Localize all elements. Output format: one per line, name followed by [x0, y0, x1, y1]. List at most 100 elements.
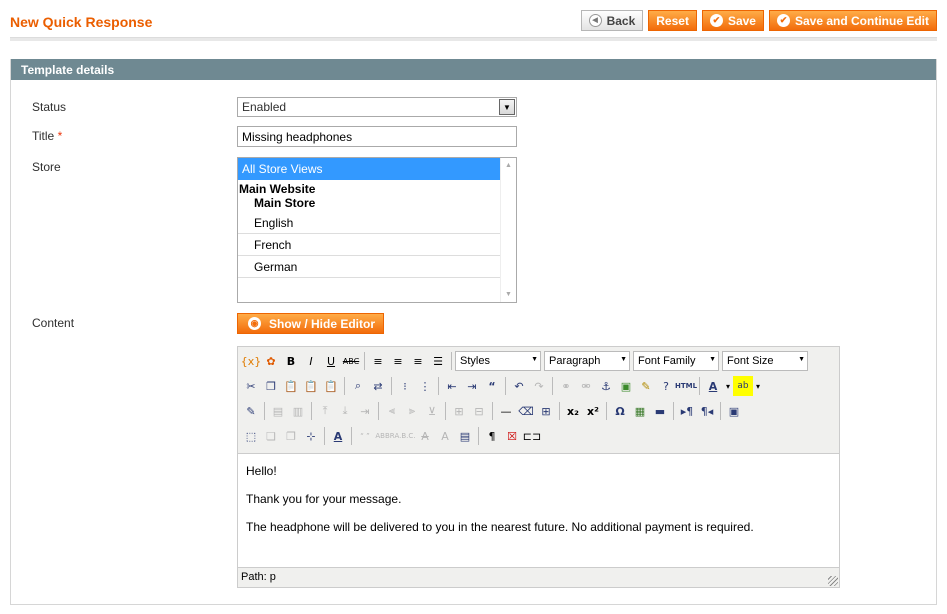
reset-button[interactable]: Reset [648, 10, 697, 31]
store-multiselect[interactable]: All Store Views Main Website Main Store … [237, 157, 517, 303]
store-option-french[interactable]: French [238, 234, 516, 256]
media-icon[interactable]: ▦ [630, 401, 650, 421]
back-button[interactable]: ◀ Back [580, 10, 644, 31]
copy-icon[interactable]: ❐ [261, 376, 281, 396]
horizontal-line-icon[interactable]: ▬ [650, 401, 670, 421]
style-props-icon[interactable]: A [328, 426, 348, 446]
rtl-icon[interactable]: ¶◂ [697, 401, 717, 421]
strikethrough-icon[interactable]: ABC [341, 351, 361, 371]
chevron-down-icon[interactable]: ▾ [723, 376, 733, 396]
html-source-icon[interactable]: HTML [675, 376, 697, 396]
font-size-dropdown[interactable]: Font Size [722, 351, 808, 371]
replace-icon[interactable]: ⇄ [368, 376, 388, 396]
move-forward-icon[interactable]: ❏ [261, 426, 281, 446]
chevron-down-icon[interactable]: ▼ [499, 99, 515, 115]
save-button[interactable]: ✔ Save [701, 10, 764, 31]
toolbar-row-4: ⬚ ❏ ❐ ⊹ A “ ” ABBR A.B.C. A A ▤ ¶ ☒ ⊏⊐ [241, 424, 542, 448]
background-color-icon[interactable]: ab [733, 376, 753, 396]
paste-text-icon[interactable]: 📋 [301, 376, 321, 396]
move-backward-icon[interactable]: ❐ [281, 426, 301, 446]
unlink-icon[interactable]: ⚮ [576, 376, 596, 396]
cut-icon[interactable]: ✂ [241, 376, 261, 396]
acronym-icon[interactable]: A.B.C. [394, 426, 415, 446]
cleanup-icon[interactable]: ✎ [636, 376, 656, 396]
insert-widget-icon[interactable]: ✿ [261, 351, 281, 371]
insert-row-before-icon[interactable]: ⤒ [315, 401, 335, 421]
store-option-german[interactable]: German [238, 256, 516, 278]
show-hide-editor-button[interactable]: ◉ Show / Hide Editor [237, 313, 385, 334]
store-option-all[interactable]: All Store Views [238, 158, 516, 180]
scroll-down-icon[interactable]: ▼ [501, 287, 516, 302]
visual-chars-icon[interactable]: ☒ [502, 426, 522, 446]
show-blocks-icon[interactable]: ¶ [482, 426, 502, 446]
paste-word-icon[interactable]: 📋 [321, 376, 341, 396]
table-icon[interactable]: ⊞ [536, 401, 556, 421]
store-scrollbar[interactable]: ▲ ▼ [500, 158, 516, 302]
delete-col-icon[interactable]: ⊻ [422, 401, 442, 421]
align-center-icon[interactable]: ≡ [388, 351, 408, 371]
italic-icon[interactable]: I [301, 351, 321, 371]
toolbar-separator [699, 377, 700, 395]
absolute-position-icon[interactable]: ⊹ [301, 426, 321, 446]
text-color-icon[interactable]: A [703, 376, 723, 396]
outdent-icon[interactable]: ⇤ [442, 376, 462, 396]
align-left-icon[interactable]: ≡ [368, 351, 388, 371]
ltr-icon[interactable]: ▸¶ [677, 401, 697, 421]
underline-icon[interactable]: U [321, 351, 341, 371]
insert-row-after-icon[interactable]: ⤓ [335, 401, 355, 421]
fieldset-legend: Template details [11, 59, 936, 80]
remove-format-icon[interactable]: ⌫ [516, 401, 536, 421]
undo-icon[interactable]: ↶ [509, 376, 529, 396]
delete-row-icon[interactable]: ⇥ [355, 401, 375, 421]
toolbar-separator [264, 402, 265, 420]
align-justify-icon[interactable]: ☰ [428, 351, 448, 371]
cite-icon[interactable]: “ ” [355, 426, 375, 446]
insert-layer-icon[interactable]: ⬚ [241, 426, 261, 446]
edit-css-icon[interactable]: ✎ [241, 401, 261, 421]
indent-icon[interactable]: ⇥ [462, 376, 482, 396]
font-family-dropdown[interactable]: Font Family [633, 351, 719, 371]
split-cells-icon[interactable]: ⊞ [449, 401, 469, 421]
help-icon[interactable]: ? [656, 376, 676, 396]
bold-icon[interactable]: B [281, 351, 301, 371]
fullscreen-icon[interactable]: ▣ [724, 401, 744, 421]
chevron-down-icon[interactable]: ▾ [753, 376, 763, 396]
insert-variable-icon[interactable]: {x} [241, 351, 262, 371]
insertion-icon[interactable]: A [435, 426, 455, 446]
align-right-icon[interactable]: ≡ [408, 351, 428, 371]
anchor-icon[interactable]: ⚓ [596, 376, 616, 396]
superscript-icon[interactable]: x² [583, 401, 603, 421]
redo-icon[interactable]: ↷ [529, 376, 549, 396]
blockquote-icon[interactable]: “ [482, 376, 502, 396]
editor-path-bar: Path: p [241, 571, 276, 583]
image-icon[interactable]: ▣ [616, 376, 636, 396]
attributes-icon[interactable]: ▤ [455, 426, 475, 446]
scroll-up-icon[interactable]: ▲ [501, 158, 516, 173]
bullet-list-icon[interactable]: ⁝ [395, 376, 415, 396]
numbered-list-icon[interactable]: ⋮ [415, 376, 435, 396]
page-break-icon[interactable]: ⊏⊐ [522, 426, 542, 446]
table-row-props-icon[interactable]: ▤ [268, 401, 288, 421]
subscript-icon[interactable]: x₂ [563, 401, 583, 421]
abbreviation-icon[interactable]: ABBR [375, 426, 395, 446]
insert-col-after-icon[interactable]: ⫸ [402, 401, 422, 421]
special-char-icon[interactable]: Ω [610, 401, 630, 421]
toolbar-separator [324, 427, 325, 445]
store-option-english[interactable]: English [238, 212, 516, 234]
table-cell-props-icon[interactable]: ▥ [288, 401, 308, 421]
content-label: Content [32, 316, 75, 330]
format-dropdown[interactable]: Paragraph [544, 351, 630, 371]
deletion-icon[interactable]: A [415, 426, 435, 446]
title-input[interactable] [237, 126, 517, 147]
save-and-continue-button[interactable]: ✔ Save and Continue Edit [768, 10, 937, 31]
find-icon[interactable]: ⌕ [348, 376, 368, 396]
horizontal-rule-icon[interactable]: — [496, 401, 516, 421]
insert-col-before-icon[interactable]: ⫷ [382, 401, 402, 421]
status-select[interactable]: Enabled ▼ [237, 97, 517, 117]
styles-dropdown[interactable]: Styles [455, 351, 541, 371]
paste-icon[interactable]: 📋 [281, 376, 301, 396]
merge-cells-icon[interactable]: ⊟ [469, 401, 489, 421]
editor-content-area[interactable]: Hello! Thank you for your message. The h… [238, 453, 839, 568]
resize-handle-icon[interactable] [828, 576, 838, 586]
link-icon[interactable]: ⚭ [556, 376, 576, 396]
